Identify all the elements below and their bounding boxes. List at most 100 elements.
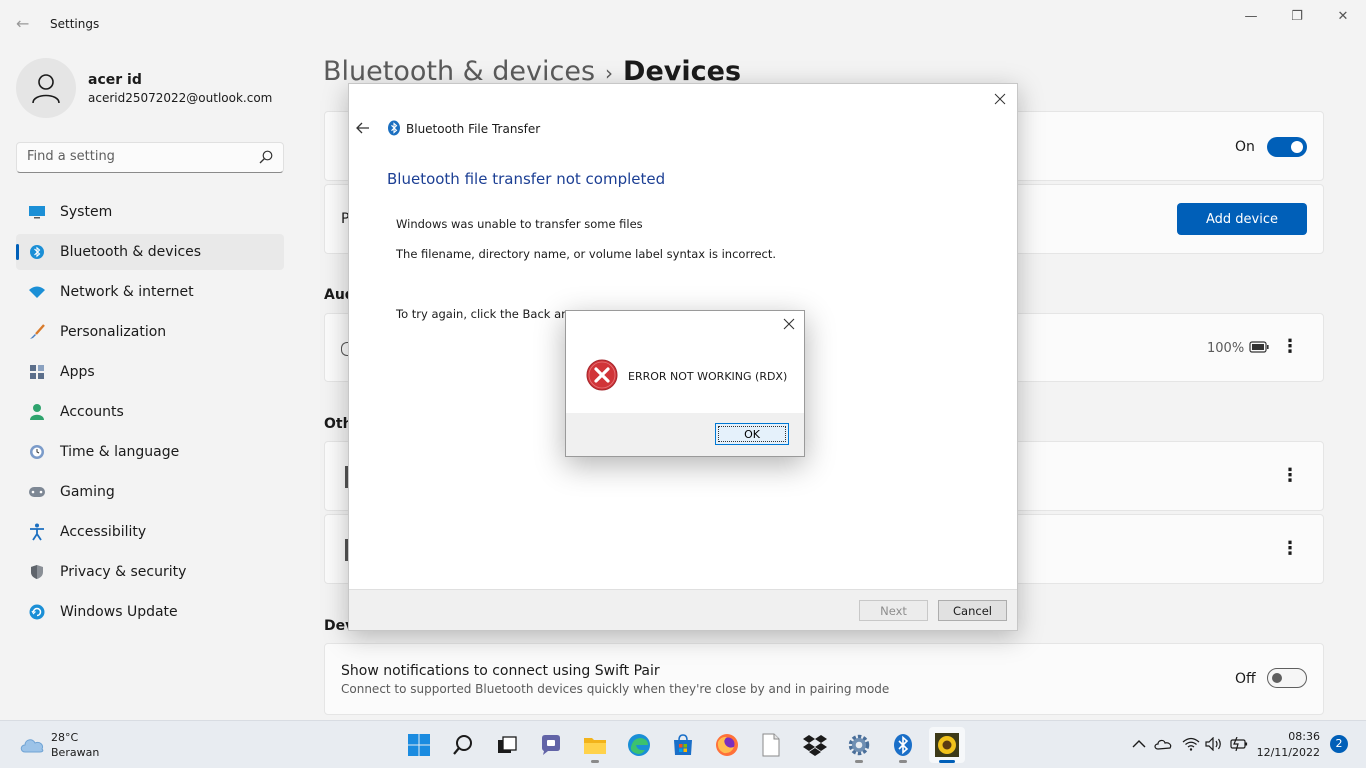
sidebar-item-label: System <box>60 204 113 220</box>
update-icon <box>28 603 46 621</box>
clock-globe-icon <box>28 443 46 461</box>
active-indicator <box>939 760 955 763</box>
sunflower-image-icon <box>935 733 959 757</box>
more-options-icon[interactable]: ⋮ <box>1281 467 1299 485</box>
swift-pair-toggle[interactable] <box>1267 668 1307 688</box>
cloud-icon <box>1154 739 1172 750</box>
bluetooth-transfer-button[interactable] <box>885 727 921 763</box>
cloud-weather-icon[interactable] <box>18 733 46 755</box>
firefox-button[interactable] <box>709 727 745 763</box>
chat-app-button[interactable] <box>533 727 569 763</box>
sidebar-item-bluetooth-devices[interactable]: Bluetooth & devices <box>16 234 284 270</box>
bluetooth-icon <box>28 243 46 261</box>
sidebar-item-privacy-security[interactable]: Privacy & security <box>16 554 284 590</box>
start-button[interactable] <box>401 727 437 763</box>
sidebar-item-time-language[interactable]: Time & language <box>16 434 284 470</box>
close-icon[interactable] <box>782 317 796 331</box>
search-input[interactable] <box>27 149 247 164</box>
settings-titlebar: ← Settings — ❐ ✕ <box>0 0 1366 48</box>
avatar[interactable] <box>16 58 76 118</box>
swift-pair-toggle-label: Off <box>1235 671 1256 687</box>
sidebar-item-label: Personalization <box>60 324 167 340</box>
weather-temperature[interactable]: 28°C <box>51 731 78 744</box>
wifi-icon <box>1182 737 1200 751</box>
search-box[interactable] <box>16 142 284 173</box>
onedrive-button[interactable] <box>1154 735 1172 753</box>
swift-pair-subtitle: Connect to supported Bluetooth devices q… <box>341 682 890 696</box>
back-arrow-icon[interactable]: ← <box>16 14 36 34</box>
dialog-error-detail: The filename, directory name, or volume … <box>396 247 777 261</box>
bluetooth-toggle-label: On <box>1235 139 1255 155</box>
bluetooth-icon <box>894 734 912 756</box>
sidebar-item-label: Privacy & security <box>60 564 187 580</box>
profile-email: acerid25072022@outlook.com <box>88 91 273 105</box>
brush-icon <box>28 323 46 341</box>
network-status-button[interactable] <box>1182 735 1200 753</box>
chevron-right-icon: › <box>605 61 614 85</box>
search-icon[interactable] <box>259 150 273 164</box>
sidebar-item-gaming[interactable]: Gaming <box>16 474 284 510</box>
show-hidden-icons-button[interactable] <box>1130 735 1148 753</box>
windows-logo-icon <box>408 734 430 756</box>
system-icon <box>28 203 46 221</box>
document-icon <box>762 733 780 757</box>
dropbox-icon <box>803 735 827 756</box>
microsoft-store-button[interactable] <box>665 727 701 763</box>
maximize-button[interactable]: ❐ <box>1274 6 1320 28</box>
more-options-icon[interactable]: ⋮ <box>1281 540 1299 558</box>
close-icon[interactable] <box>991 90 1009 108</box>
gear-icon <box>848 734 870 756</box>
battery-status-button[interactable] <box>1230 735 1248 753</box>
taskbar: 28°C Berawan 08:36 12/11/2022 2 <box>0 720 1366 768</box>
bluetooth-toggle[interactable] <box>1267 137 1307 157</box>
photos-app-button[interactable] <box>929 727 965 763</box>
sidebar-item-accessibility[interactable]: Accessibility <box>16 514 284 550</box>
gamepad-icon <box>28 483 46 501</box>
settings-app-button[interactable] <box>841 727 877 763</box>
dropbox-button[interactable] <box>797 727 833 763</box>
sidebar-item-system[interactable]: System <box>16 194 284 230</box>
window-title: Settings <box>50 17 100 31</box>
sidebar-item-accounts[interactable]: Accounts <box>16 394 284 430</box>
dialog-footer: Next Cancel <box>349 589 1017 630</box>
sidebar-item-apps[interactable]: Apps <box>16 354 284 390</box>
chevron-up-icon <box>1132 740 1146 748</box>
cancel-button[interactable]: Cancel <box>938 600 1007 621</box>
volume-button[interactable] <box>1205 735 1223 753</box>
sidebar-item-label: Gaming <box>60 484 115 500</box>
notification-count-badge[interactable]: 2 <box>1330 735 1348 753</box>
edge-browser-button[interactable] <box>621 727 657 763</box>
sidebar-nav: System Bluetooth & devices Network & int… <box>16 194 284 634</box>
sidebar-item-label: Accessibility <box>60 524 147 540</box>
battery-level: 100% <box>1207 341 1245 356</box>
back-arrow-icon[interactable] <box>355 120 371 136</box>
close-window-button[interactable]: ✕ <box>1320 6 1366 28</box>
notepad-button[interactable] <box>753 727 789 763</box>
file-explorer-button[interactable] <box>577 727 613 763</box>
weather-description[interactable]: Berawan <box>51 746 99 759</box>
sidebar-item-label: Apps <box>60 364 95 380</box>
more-options-icon[interactable]: ⋮ <box>1281 338 1299 356</box>
minimize-button[interactable]: — <box>1228 6 1274 28</box>
error-message: ERROR NOT WORKING (RDX) <box>628 370 788 383</box>
error-icon <box>586 359 618 391</box>
clock-date[interactable]: 12/11/2022 <box>1252 746 1320 759</box>
taskbar-search-button[interactable] <box>445 727 481 763</box>
sidebar-item-label: Bluetooth & devices <box>60 244 202 260</box>
sidebar-item-windows-update[interactable]: Windows Update <box>16 594 284 630</box>
bluetooth-icon <box>388 120 400 136</box>
dialog-heading: Bluetooth file transfer not completed <box>387 170 666 188</box>
ok-button[interactable]: OK <box>715 423 789 445</box>
sidebar-item-personalization[interactable]: Personalization <box>16 314 284 350</box>
sidebar-item-network[interactable]: Network & internet <box>16 274 284 310</box>
dialog-title: Bluetooth File Transfer <box>406 122 541 136</box>
profile-name: acer id <box>88 72 142 88</box>
accounts-icon <box>28 403 46 421</box>
battery-icon <box>1249 341 1269 353</box>
add-device-button[interactable]: Add device <box>1177 203 1307 235</box>
clock-time[interactable]: 08:36 <box>1262 730 1320 743</box>
swift-pair-card: Show notifications to connect using Swif… <box>324 643 1324 715</box>
task-view-button[interactable] <box>489 727 525 763</box>
running-indicator <box>591 760 599 763</box>
next-button[interactable]: Next <box>859 600 928 621</box>
